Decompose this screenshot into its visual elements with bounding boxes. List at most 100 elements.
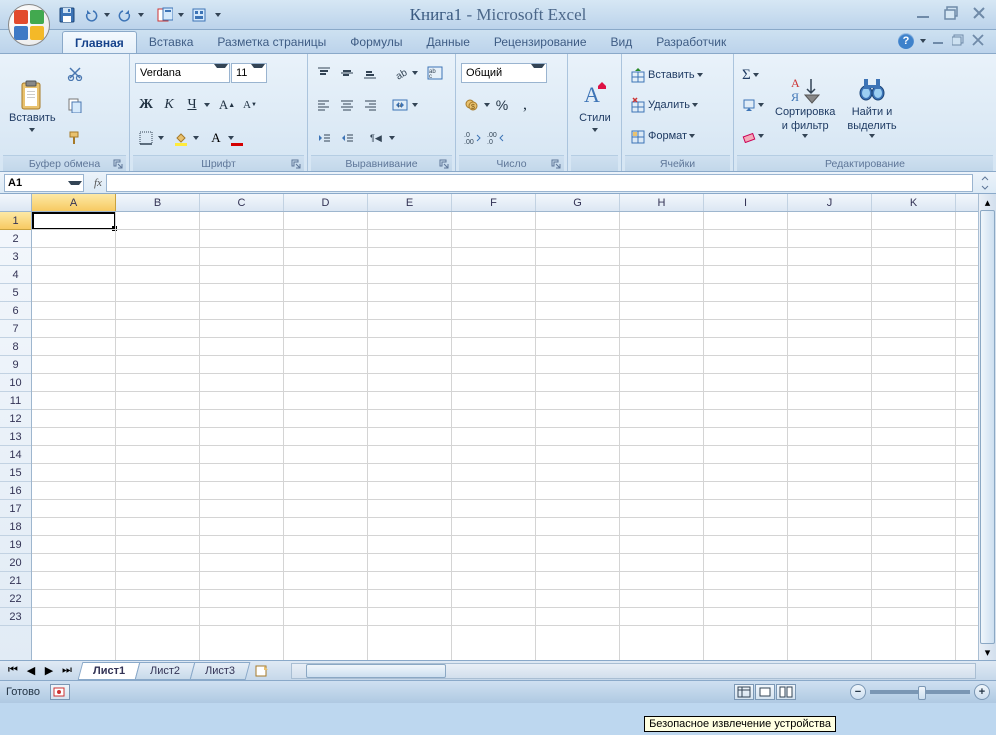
restore-button[interactable] [942,4,960,22]
row-header-12[interactable]: 12 [0,410,31,428]
merge-dropdown-icon[interactable] [412,103,418,107]
row-header-19[interactable]: 19 [0,536,31,554]
normal-view-button[interactable] [734,684,754,700]
align-left-button[interactable] [313,94,335,116]
redo-button[interactable] [114,4,136,26]
sheet-tab-3[interactable]: Лист3 [190,662,251,680]
fx-icon[interactable]: fx [94,177,102,189]
row-header-18[interactable]: 18 [0,518,31,536]
sheet-next-button[interactable]: ▶ [40,663,58,679]
wrap-text-button[interactable]: abc [424,62,446,84]
help-button[interactable]: ? [898,33,914,49]
clear-button[interactable] [739,125,767,147]
italic-button[interactable]: К [158,94,180,116]
tab-данные[interactable]: Данные [415,31,482,53]
column-header-E[interactable]: E [368,194,452,211]
macro-record-button[interactable] [50,684,70,700]
column-header-F[interactable]: F [452,194,536,211]
font-family-combo[interactable]: Verdana [135,63,230,83]
workbook-minimize-button[interactable] [932,34,946,49]
align-top-button[interactable] [313,62,335,84]
row-header-5[interactable]: 5 [0,284,31,302]
row-header-21[interactable]: 21 [0,572,31,590]
redo-dropdown-icon[interactable] [138,13,144,17]
copy-button[interactable] [64,94,86,116]
zoom-out-button[interactable]: − [850,684,866,700]
align-middle-button[interactable] [336,62,358,84]
row-header-11[interactable]: 11 [0,392,31,410]
row-header-2[interactable]: 2 [0,230,31,248]
delete-cells-button[interactable]: Удалить [627,94,728,116]
scroll-down-button[interactable]: ▾ [979,644,996,660]
tab-главная[interactable]: Главная [62,31,137,53]
fill-button[interactable] [739,94,767,116]
find-select-button[interactable]: Найти и выделить [841,56,902,155]
row-header-22[interactable]: 22 [0,590,31,608]
decrease-indent-button[interactable] [313,127,335,149]
shrink-font-button[interactable]: A▼ [239,94,261,116]
sheet-prev-button[interactable]: ◀ [22,663,40,679]
increase-indent-button[interactable] [336,127,358,149]
alignment-launcher[interactable] [438,158,450,170]
hscroll-thumb[interactable] [306,664,446,678]
tab-разработчик[interactable]: Разработчик [644,31,738,53]
tab-формулы[interactable]: Формулы [338,31,414,53]
vscroll-thumb[interactable] [980,210,995,644]
workbook-close-button[interactable] [972,34,986,49]
qat-custom1-dropdown-icon[interactable] [178,13,184,17]
cells-area[interactable] [32,212,978,660]
number-launcher[interactable] [550,158,562,170]
direction-dropdown-icon[interactable] [389,136,395,140]
cut-button[interactable] [64,62,86,84]
column-header-I[interactable]: I [704,194,788,211]
page-layout-view-button[interactable] [755,684,775,700]
zoom-slider[interactable] [870,690,970,694]
vertical-scrollbar[interactable]: ▴ ▾ [978,194,996,660]
row-header-10[interactable]: 10 [0,374,31,392]
name-box[interactable]: A1 [4,174,84,192]
sheet-tab-2[interactable]: Лист2 [135,662,196,680]
qat-customize-button[interactable] [212,4,224,26]
align-center-button[interactable] [336,94,358,116]
bold-button[interactable]: Ж [135,94,157,116]
orientation-dropdown-icon[interactable] [412,71,418,75]
column-header-J[interactable]: J [788,194,872,211]
row-header-7[interactable]: 7 [0,320,31,338]
column-header-H[interactable]: H [620,194,704,211]
accounting-dropdown-icon[interactable] [484,103,490,107]
column-header-C[interactable]: C [200,194,284,211]
row-header-13[interactable]: 13 [0,428,31,446]
grow-font-button[interactable]: A▲ [216,94,238,116]
number-format-combo[interactable]: Общий [461,63,547,83]
underline-dropdown-icon[interactable] [204,103,210,107]
format-painter-button[interactable] [64,127,86,149]
format-cells-button[interactable]: Формат [627,125,728,147]
row-header-16[interactable]: 16 [0,482,31,500]
row-header-15[interactable]: 15 [0,464,31,482]
column-header-A[interactable]: A [32,194,116,211]
row-header-6[interactable]: 6 [0,302,31,320]
save-button[interactable] [56,4,78,26]
row-header-9[interactable]: 9 [0,356,31,374]
row-header-3[interactable]: 3 [0,248,31,266]
sheet-first-button[interactable]: ⏮ [4,663,22,679]
accounting-format-button[interactable]: $ [461,94,483,116]
font-color-dropdown-icon[interactable] [228,136,234,140]
row-header-17[interactable]: 17 [0,500,31,518]
orientation-button[interactable]: ab [389,62,411,84]
column-header-K[interactable]: K [872,194,956,211]
tab-вставка[interactable]: Вставка [137,31,206,53]
sheet-tab-1[interactable]: Лист1 [78,662,141,680]
merge-center-button[interactable]: a [389,94,411,116]
formula-input[interactable] [106,174,973,192]
align-bottom-button[interactable] [359,62,381,84]
column-header-G[interactable]: G [536,194,620,211]
underline-button[interactable]: Ч [181,94,203,116]
horizontal-scrollbar[interactable] [291,663,976,679]
row-header-1[interactable]: 1 [0,212,31,230]
autosum-button[interactable]: Σ [739,64,767,86]
insert-cells-button[interactable]: Вставить [627,64,728,86]
row-header-4[interactable]: 4 [0,266,31,284]
workbook-restore-button[interactable] [952,34,966,49]
sheet-last-button[interactable]: ⏭ [58,663,76,679]
